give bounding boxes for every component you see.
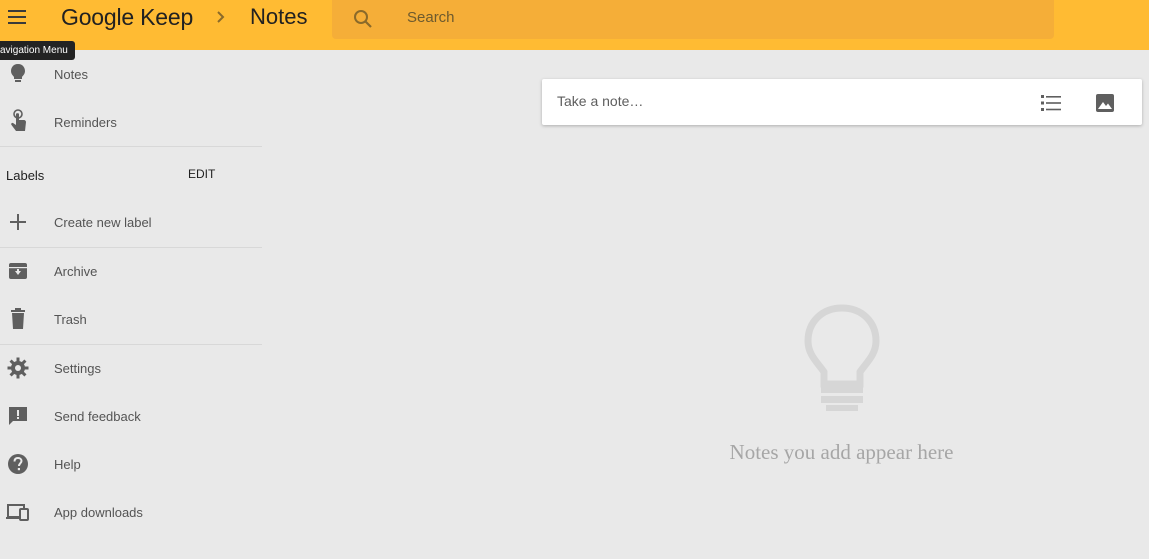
empty-state-message: Notes you add appear here bbox=[729, 440, 954, 464]
help-icon bbox=[6, 452, 30, 476]
archive-icon bbox=[6, 259, 30, 283]
note-placeholder: Take a note… bbox=[557, 93, 644, 109]
sidebar-item-label: Send feedback bbox=[54, 408, 141, 424]
reminder-hand-icon bbox=[6, 109, 30, 134]
sidebar-item-label: Create new label bbox=[54, 214, 152, 230]
trash-icon bbox=[6, 307, 30, 331]
new-image-note-button[interactable] bbox=[1093, 91, 1117, 115]
sidebar-item-label: Help bbox=[54, 456, 81, 472]
main-menu-button[interactable] bbox=[0, 0, 36, 34]
sidebar-item-app-downloads[interactable]: App downloads bbox=[0, 488, 262, 536]
new-list-button[interactable] bbox=[1039, 91, 1063, 115]
breadcrumb-current-page: Notes bbox=[250, 4, 308, 29]
devices-icon bbox=[6, 500, 30, 524]
search-icon[interactable] bbox=[352, 8, 374, 35]
app-header: Google Keep Notes bbox=[0, 0, 1149, 50]
sidebar-item-label: App downloads bbox=[54, 504, 143, 520]
search-bar[interactable] bbox=[332, 0, 1054, 39]
sidebar-item-trash[interactable]: Trash bbox=[0, 295, 262, 343]
sidebar-item-settings[interactable]: Settings bbox=[0, 344, 262, 392]
breadcrumb-chevron-icon bbox=[216, 9, 226, 30]
gear-icon bbox=[6, 356, 30, 380]
checklist-icon bbox=[1041, 95, 1061, 111]
labels-section-header: Labels EDIT bbox=[0, 160, 262, 190]
sidebar-item-label: Trash bbox=[54, 311, 87, 327]
main-menu-tooltip: avigation Menu bbox=[0, 41, 75, 60]
sidebar-item-send-feedback[interactable]: Send feedback bbox=[0, 392, 262, 440]
sidebar-item-label: Reminders bbox=[54, 114, 117, 130]
plus-icon bbox=[6, 210, 30, 234]
sidebar-item-label: Archive bbox=[54, 263, 98, 279]
search-input[interactable] bbox=[407, 0, 1007, 34]
feedback-icon bbox=[6, 404, 30, 428]
sidebar-item-label: Settings bbox=[54, 360, 101, 376]
empty-state-lightbulb-icon bbox=[800, 302, 884, 419]
sidebar-item-create-label[interactable]: Create new label bbox=[0, 198, 262, 246]
take-a-note-input[interactable]: Take a note… bbox=[542, 79, 1142, 125]
image-icon bbox=[1096, 94, 1114, 112]
sidebar-item-reminders[interactable]: Reminders bbox=[0, 98, 262, 146]
edit-labels-button[interactable]: EDIT bbox=[188, 167, 215, 181]
sidebar-item-help[interactable]: Help bbox=[0, 440, 262, 488]
sidebar-item-archive[interactable]: Archive bbox=[0, 247, 262, 295]
labels-heading: Labels bbox=[6, 168, 45, 183]
hamburger-menu-icon bbox=[8, 10, 26, 24]
app-name: Google Keep bbox=[61, 3, 194, 30]
lightbulb-icon bbox=[6, 62, 30, 86]
sidebar-divider bbox=[0, 146, 262, 147]
app-logo[interactable]: Google Keep bbox=[61, 3, 193, 31]
sidebar-item-label: Notes bbox=[54, 66, 88, 82]
